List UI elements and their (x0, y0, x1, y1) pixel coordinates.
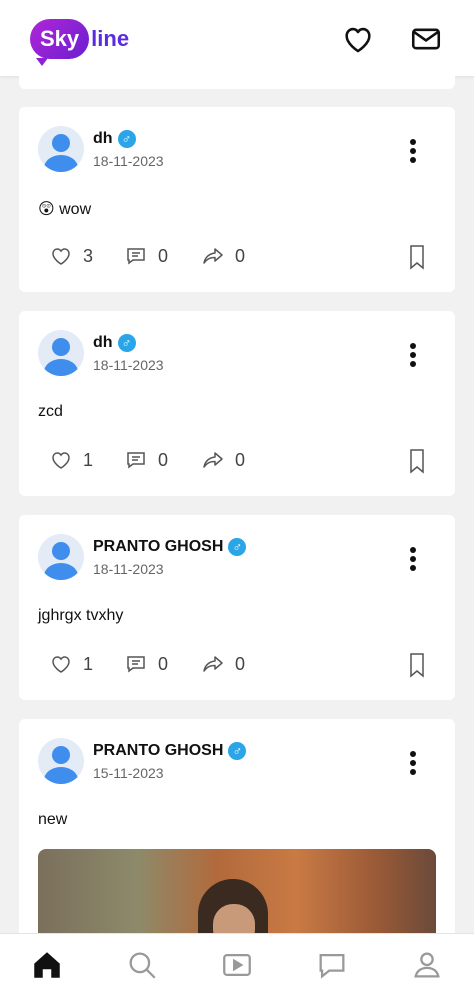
comment-count: 0 (158, 449, 169, 470)
post-card: dh ♂ 18-11-2023 😲 wow 3 0 0 (19, 107, 455, 292)
male-badge-icon: ♂ (117, 130, 136, 148)
app-logo[interactable]: Sky line (30, 18, 130, 66)
like-count: 3 (83, 245, 94, 266)
avatar[interactable] (38, 534, 84, 580)
more-options-icon[interactable] (409, 139, 417, 165)
more-options-icon[interactable] (409, 547, 417, 573)
author-name[interactable]: PRANTO GHOSH (93, 742, 223, 760)
more-options-icon[interactable] (409, 751, 417, 777)
post-actions: 1 0 0 (49, 448, 429, 474)
like-icon (52, 248, 70, 265)
author-row: dh ♂ (93, 130, 136, 148)
share-count: 0 (235, 449, 246, 470)
author-name[interactable]: PRANTO GHOSH (93, 538, 223, 556)
post-date: 18-11-2023 (93, 357, 164, 373)
post-actions: 3 0 0 (49, 244, 429, 270)
share-icon (203, 656, 223, 672)
previous-card-edge (19, 76, 455, 89)
bookmark-icon[interactable] (405, 244, 429, 270)
video-icon[interactable] (220, 948, 254, 982)
post-card: dh ♂ 18-11-2023 zcd 1 0 0 (19, 311, 455, 496)
post-actions: 1 0 0 (49, 652, 429, 678)
comment-button[interactable]: 0 (124, 652, 168, 676)
share-button[interactable]: 0 (201, 244, 245, 268)
comment-count: 0 (158, 653, 169, 674)
author-name[interactable]: dh (93, 334, 113, 352)
post-date: 18-11-2023 (93, 153, 164, 169)
share-button[interactable]: 0 (201, 652, 245, 676)
comment-icon (127, 248, 145, 265)
comment-button[interactable]: 0 (124, 244, 168, 268)
like-button[interactable]: 1 (49, 448, 93, 472)
like-icon (52, 452, 70, 469)
male-badge-icon: ♂ (117, 334, 136, 352)
share-icon (203, 248, 223, 264)
home-icon[interactable] (30, 948, 64, 982)
like-button[interactable]: 3 (49, 244, 93, 268)
comment-icon (127, 452, 145, 469)
like-count: 1 (83, 653, 94, 674)
post-text: jghrgx tvxhy (38, 607, 124, 624)
comment-button[interactable]: 0 (124, 448, 168, 472)
post-text: 😲 wow (38, 201, 92, 218)
share-count: 0 (235, 653, 246, 674)
male-badge-icon: ♂ (228, 742, 247, 760)
bottom-navigation (0, 933, 474, 994)
avatar[interactable] (38, 738, 84, 784)
post-text: zcd (38, 403, 63, 420)
author-row: PRANTO GHOSH ♂ (93, 742, 247, 760)
more-options-icon[interactable] (409, 343, 417, 369)
mail-icon[interactable] (409, 22, 443, 56)
post-text: new (38, 811, 68, 828)
bookmark-icon[interactable] (405, 652, 429, 678)
post-card: PRANTO GHOSH ♂ 15-11-2023 new (19, 719, 455, 933)
author-name[interactable]: dh (93, 130, 113, 148)
post-date: 18-11-2023 (93, 561, 164, 577)
post-image[interactable] (38, 849, 436, 933)
like-icon (52, 656, 70, 673)
author-row: dh ♂ (93, 334, 136, 352)
avatar[interactable] (38, 126, 84, 172)
author-row: PRANTO GHOSH ♂ (93, 538, 247, 556)
share-icon (203, 452, 223, 468)
like-count: 1 (83, 449, 94, 470)
bookmark-icon[interactable] (405, 448, 429, 474)
heart-icon[interactable] (341, 22, 375, 56)
post-date: 15-11-2023 (93, 765, 164, 781)
logo-text: line (91, 26, 130, 51)
search-icon[interactable] (125, 948, 159, 982)
comment-count: 0 (158, 245, 169, 266)
profile-icon[interactable] (410, 948, 444, 982)
like-button[interactable]: 1 (49, 652, 93, 676)
male-badge-icon: ♂ (228, 538, 247, 556)
post-card: PRANTO GHOSH ♂ 18-11-2023 jghrgx tvxhy 1… (19, 515, 455, 700)
comment-icon (127, 656, 145, 673)
logo-bubble: Sky (30, 19, 90, 66)
top-app-bar: Sky line (0, 0, 474, 76)
chat-icon[interactable] (315, 948, 349, 982)
share-button[interactable]: 0 (201, 448, 245, 472)
avatar[interactable] (38, 330, 84, 376)
share-count: 0 (235, 245, 246, 266)
